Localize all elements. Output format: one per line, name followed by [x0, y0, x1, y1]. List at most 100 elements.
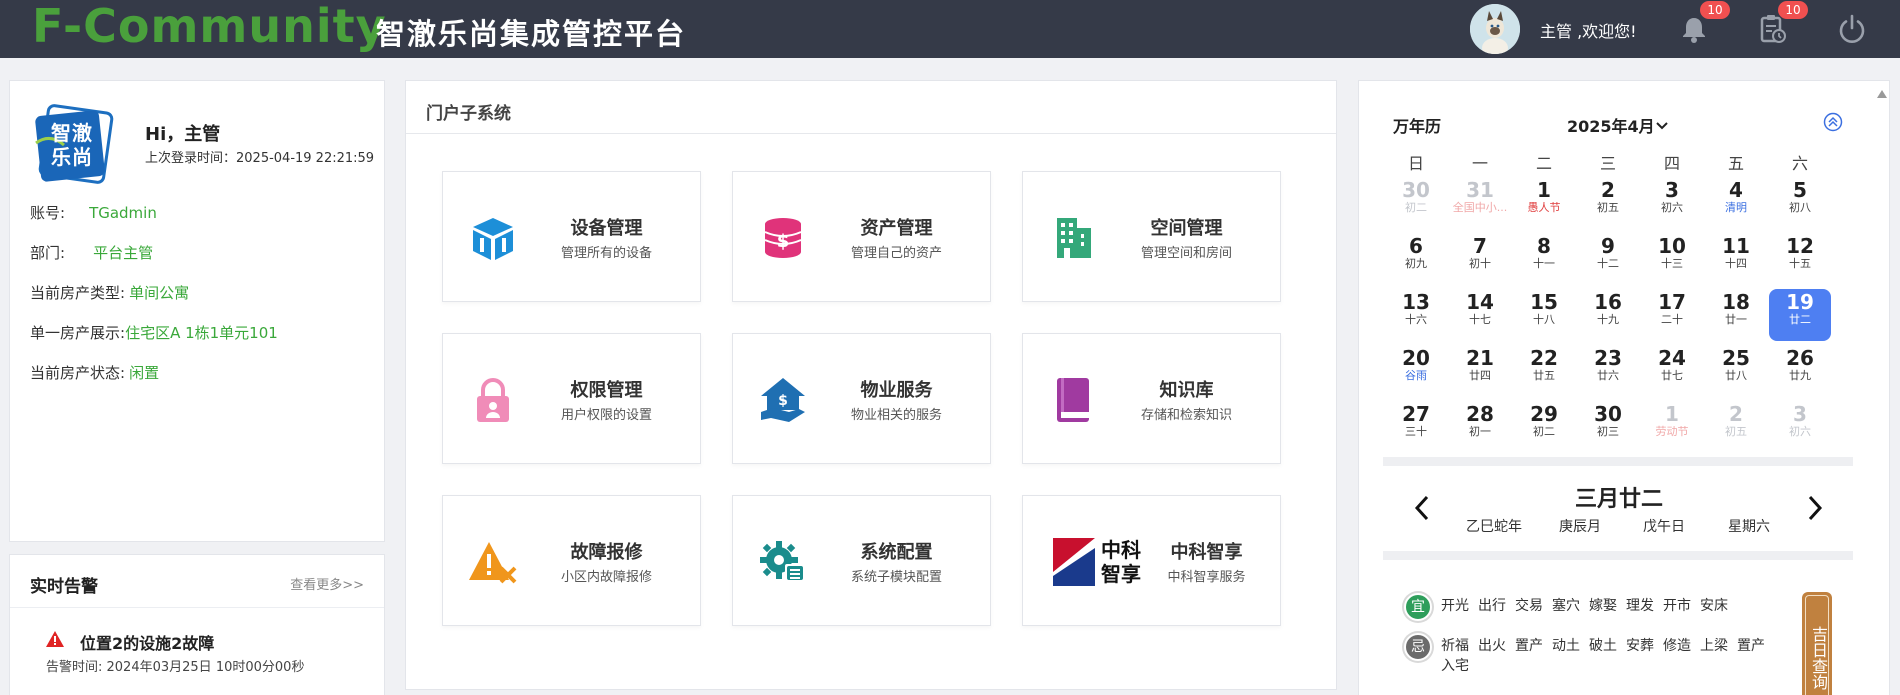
calendar-day[interactable]: 2 初五	[1577, 177, 1639, 229]
calendar-day[interactable]: 12 十五	[1769, 233, 1831, 285]
calendar-day[interactable]: 31 全国中小...	[1449, 177, 1511, 229]
day-number: 15	[1530, 290, 1558, 314]
calendar-day[interactable]: 29 初二	[1513, 401, 1575, 453]
scroll-up-button[interactable]	[1877, 83, 1887, 98]
calendar-day[interactable]: 28 初一	[1449, 401, 1511, 453]
calendar-day[interactable]: 3 初六	[1769, 401, 1831, 453]
calendar-day[interactable]: 11 十四	[1705, 233, 1767, 285]
calendar-day[interactable]: 8 十一	[1513, 233, 1575, 285]
collapse-calendar-button[interactable]	[1823, 112, 1843, 132]
day-number: 22	[1530, 346, 1558, 370]
company-logo-text: 智澈乐尚	[51, 121, 93, 169]
calendar-day[interactable]: 20 谷雨	[1385, 345, 1447, 397]
alert-text[interactable]: 位置2的设施2故障	[80, 630, 214, 654]
calendar-day[interactable]: 4 清明	[1705, 177, 1767, 229]
tile-fault-repair[interactable]: 故障报修 小区内故障报修	[442, 495, 701, 626]
lunar-day: 三十	[1405, 425, 1427, 438]
double-chevron-up-icon	[1823, 112, 1843, 132]
company-logo: 智澈乐尚	[30, 103, 116, 189]
logout-button[interactable]	[1836, 13, 1868, 45]
lunar-day: 初二	[1405, 201, 1427, 214]
calendar-day[interactable]: 1 愚人节	[1513, 177, 1575, 229]
calendar-day[interactable]: 7 初十	[1449, 233, 1511, 285]
divider	[1383, 551, 1853, 560]
day-number: 1	[1537, 178, 1551, 202]
tile-asset-management[interactable]: $ 资产管理 管理自己的资产	[732, 171, 991, 302]
alerts-more-link[interactable]: 查看更多>>	[290, 574, 364, 593]
calendar-day[interactable]: 30 初二	[1385, 177, 1447, 229]
calendar-day[interactable]: 30 初三	[1577, 401, 1639, 453]
yi-item: 理发	[1626, 598, 1654, 614]
tile-knowledge-base[interactable]: 知识库 存储和检索知识	[1022, 333, 1281, 464]
month-selector[interactable]: 2025年4月	[1567, 113, 1655, 137]
ji-item: 安葬	[1626, 638, 1654, 654]
tile-device-management[interactable]: 设备管理 管理所有的设备	[442, 171, 701, 302]
calendar-day[interactable]: 24 廿七	[1641, 345, 1703, 397]
calendar-day[interactable]: 14 十七	[1449, 289, 1511, 341]
tile-space-management[interactable]: 空间管理 管理空间和房间	[1022, 171, 1281, 302]
tile-desc: 系统子模块配置	[850, 570, 942, 585]
chevron-down-icon[interactable]	[1655, 117, 1669, 130]
avatar[interactable]	[1470, 4, 1520, 54]
lunar-day: 十九	[1597, 313, 1619, 326]
ji-item: 入宅	[1441, 658, 1469, 674]
lunar-day: 廿四	[1469, 369, 1491, 382]
property-display-value: 住宅区A 1栋1单元101	[125, 324, 278, 342]
yi-list: 开光 出行 交易 塞穴 嫁娶 理发 开市 安床	[1441, 596, 1781, 616]
ji-item: 置产	[1515, 638, 1543, 654]
tile-desc: 中科智享服务	[1167, 570, 1246, 585]
lunar-day: 初二	[1533, 425, 1555, 438]
day-number: 12	[1786, 234, 1814, 258]
lunar-day: 廿六	[1597, 369, 1619, 382]
calendar-day[interactable]: 27 三十	[1385, 401, 1447, 453]
calendar-day[interactable]: 17 二十	[1641, 289, 1703, 341]
property-status-label: 当前房产状态:	[30, 364, 126, 382]
calendar-day[interactable]: 5 初八	[1769, 177, 1831, 229]
day-number: 20	[1402, 346, 1430, 370]
ji-badge: 忌	[1404, 633, 1432, 661]
tile-permission-management[interactable]: 权限管理 用户权限的设置	[442, 333, 701, 464]
triangle-up-icon	[1877, 90, 1887, 98]
calendar-day-today[interactable]: 19 廿二	[1769, 289, 1831, 341]
yi-item: 开市	[1663, 598, 1691, 614]
tasks-badge: 10	[1778, 1, 1808, 19]
calendar-day[interactable]: 21 廿四	[1449, 345, 1511, 397]
tile-system-config[interactable]: 系统配置 系统子模块配置	[732, 495, 991, 626]
tile-desc: 存储和检索知识	[1140, 408, 1232, 423]
weekday-text: 星期六	[1728, 519, 1770, 535]
weekday-label: 一	[1471, 154, 1488, 173]
lunar-day: 愚人节	[1527, 201, 1561, 214]
calendar-day[interactable]: 25 廿八	[1705, 345, 1767, 397]
portal-subsystems-card: 门户子系统 设备管理 管理所有的设备 $ 资产管理 管理自己的资产 空间管理 管…	[405, 80, 1337, 690]
lunar-day: 劳动节	[1655, 425, 1689, 438]
calendar-day[interactable]: 22 廿五	[1513, 345, 1575, 397]
day-number: 31	[1466, 178, 1494, 202]
calendar-day[interactable]: 13 十六	[1385, 289, 1447, 341]
next-day-button[interactable]	[1807, 495, 1823, 521]
day-number: 10	[1658, 234, 1686, 258]
calendar-day[interactable]: 10 十三	[1641, 233, 1703, 285]
calendar-day[interactable]: 18 廿一	[1705, 289, 1767, 341]
calendar-day[interactable]: 1 劳动节	[1641, 401, 1703, 453]
day-number: 27	[1402, 402, 1430, 426]
calendar-day[interactable]: 3 初六	[1641, 177, 1703, 229]
calendar-day[interactable]: 9 十二	[1577, 233, 1639, 285]
tile-property-service[interactable]: $ 物业服务 物业相关的服务	[732, 333, 991, 464]
ji-item: 修造	[1663, 638, 1691, 654]
brand-logo[interactable]: F-Community	[32, 0, 387, 58]
divider	[406, 133, 1336, 134]
auspicious-day-query-button[interactable]: 吉日查询	[1802, 592, 1832, 695]
department-value: 平台主管	[93, 244, 154, 262]
ji-item: 动土	[1552, 638, 1580, 654]
lunar-day: 十八	[1533, 313, 1555, 326]
calendar-day[interactable]: 6 初九	[1385, 233, 1447, 285]
calendar-day[interactable]: 15 十八	[1513, 289, 1575, 341]
calendar-day[interactable]: 26 廿九	[1769, 345, 1831, 397]
ji-item: 破土	[1589, 638, 1617, 654]
tile-zhongke[interactable]: 中科智享 中科智享 中科智享服务	[1022, 495, 1281, 626]
portal-title: 门户子系统	[426, 104, 511, 124]
calendar-day[interactable]: 16 十九	[1577, 289, 1639, 341]
day-number: 1	[1665, 402, 1679, 426]
calendar-day[interactable]: 2 初五	[1705, 401, 1767, 453]
calendar-day[interactable]: 23 廿六	[1577, 345, 1639, 397]
